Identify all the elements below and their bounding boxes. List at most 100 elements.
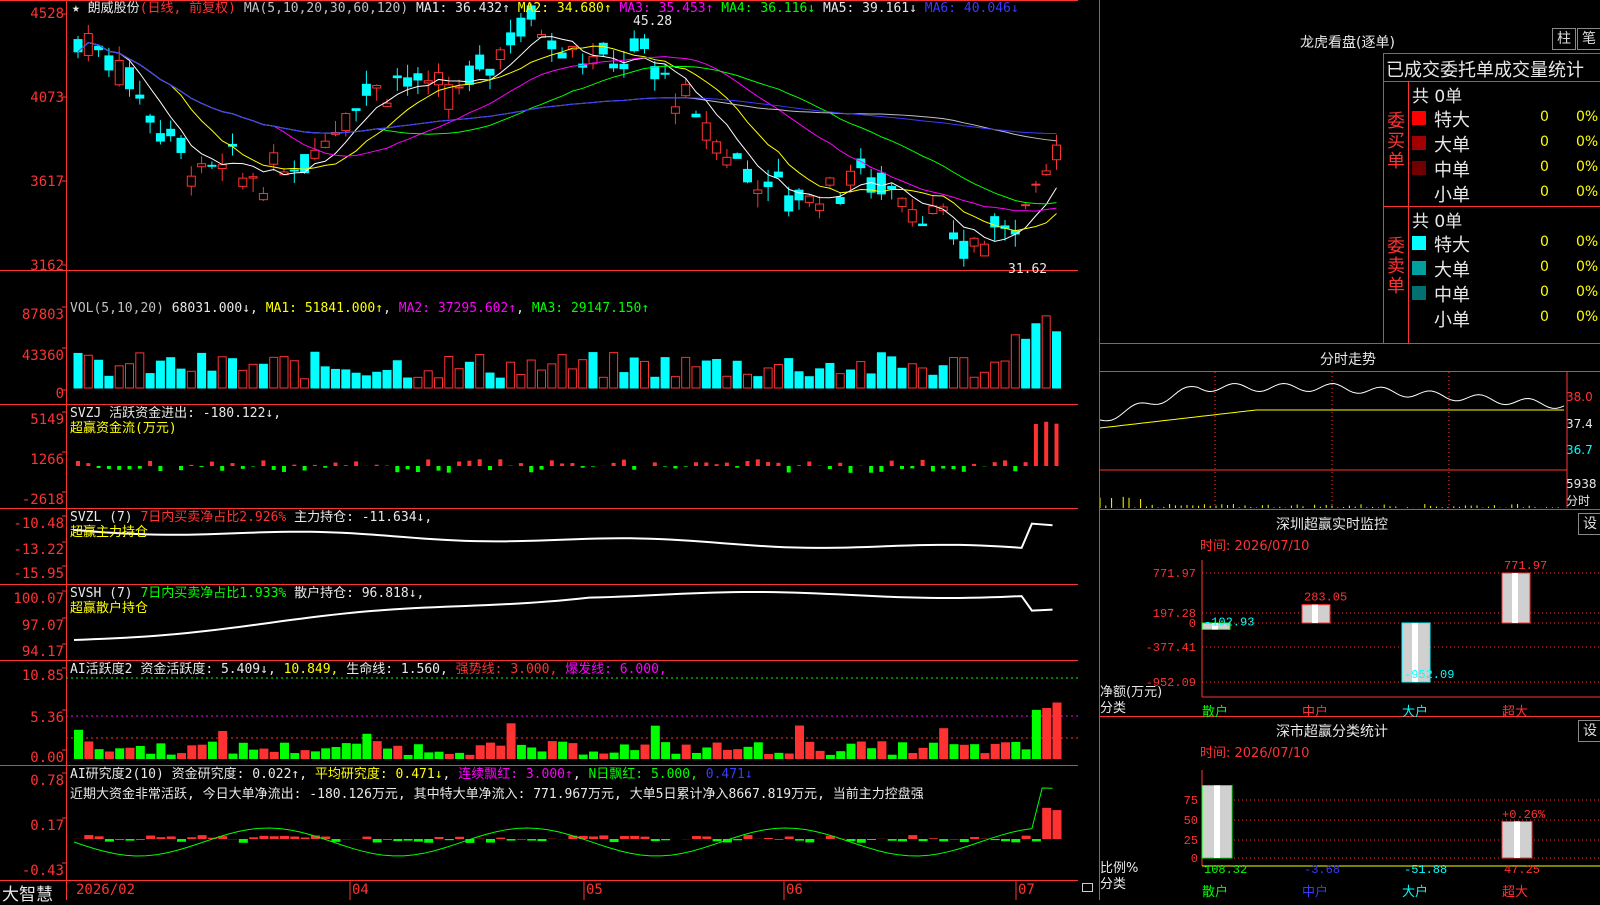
volume-bar bbox=[723, 376, 731, 388]
research-bar bbox=[929, 838, 938, 839]
svsh-axis-3: 94.17 bbox=[0, 644, 64, 660]
flow-bar bbox=[570, 463, 574, 466]
candle bbox=[682, 84, 690, 95]
svzj-desc: 活跃资金进出: -180.122↓, bbox=[109, 406, 281, 421]
candle bbox=[754, 190, 762, 193]
flow-bar bbox=[189, 465, 193, 466]
activity-bar bbox=[857, 742, 866, 759]
research-bar bbox=[496, 838, 505, 839]
flow-bar bbox=[200, 466, 204, 467]
stock-name[interactable]: 朗威股份 bbox=[88, 1, 140, 16]
ai2-text: 近期大资金非常活跃, 今日大单净流出: -180.126万元, 其中特大单净流入… bbox=[70, 787, 924, 802]
volume-bar bbox=[115, 366, 123, 388]
volume-bar bbox=[218, 357, 226, 388]
lock-icon[interactable] bbox=[1082, 883, 1093, 892]
activity-bar bbox=[991, 744, 1000, 759]
activity-bar bbox=[362, 734, 371, 759]
star-icon[interactable]: ★ bbox=[72, 1, 80, 16]
volume-bar bbox=[383, 370, 391, 388]
activity-bar bbox=[826, 755, 835, 759]
activity-bar bbox=[836, 751, 845, 759]
ai1-axis-1: 10.85 bbox=[0, 668, 64, 684]
activity-bar bbox=[1042, 708, 1051, 759]
flow-bar bbox=[910, 466, 914, 468]
volume-bar bbox=[414, 377, 422, 388]
research-bar bbox=[991, 839, 1000, 840]
research-bar bbox=[764, 838, 773, 839]
candle bbox=[1042, 171, 1050, 175]
main-chart-area[interactable]: ★ 朗威股份(日线, 前复权) MA(5,10,20,30,60,120) MA… bbox=[0, 0, 1078, 900]
volume-bar bbox=[641, 361, 649, 388]
flow-bar bbox=[993, 462, 997, 466]
research-bar bbox=[774, 839, 783, 840]
volume-bar bbox=[888, 357, 896, 388]
svzl-axis-2: -13.22 bbox=[0, 542, 64, 558]
flow-bar bbox=[766, 462, 770, 466]
activity-bar bbox=[187, 745, 196, 759]
research-bar bbox=[239, 839, 248, 843]
volume-bar bbox=[404, 378, 412, 388]
research-bar bbox=[332, 839, 341, 842]
bar-value-label: -952.09 bbox=[1404, 668, 1454, 682]
ai2-axis-2: 0.17 bbox=[0, 818, 64, 834]
research-bar bbox=[970, 837, 979, 839]
activity-bar bbox=[1053, 702, 1062, 759]
candle bbox=[620, 64, 628, 68]
flow-bar bbox=[653, 462, 657, 466]
volume-bar bbox=[167, 358, 175, 388]
volume-bar bbox=[249, 364, 257, 388]
candle bbox=[414, 74, 422, 80]
activity-bar bbox=[651, 726, 660, 759]
activity-bar bbox=[414, 744, 423, 759]
candle bbox=[486, 69, 494, 75]
activity-bar bbox=[1022, 749, 1031, 759]
svzl-header: SVZL (7) 7日内买卖净占比2.926% 主力持仓: -11.634↓, bbox=[70, 510, 432, 525]
activity-bar bbox=[630, 750, 639, 759]
candle bbox=[774, 172, 782, 177]
category-label: 大户 bbox=[1402, 884, 1428, 900]
research-bar bbox=[393, 839, 402, 841]
volume-bar bbox=[857, 362, 865, 388]
candle bbox=[661, 73, 669, 74]
ai1-c: 生命线: 1.560, bbox=[346, 662, 448, 677]
candle bbox=[496, 50, 504, 60]
activity-bar bbox=[486, 743, 495, 759]
volume-bar bbox=[579, 360, 587, 388]
candle bbox=[455, 87, 463, 88]
flow-bar bbox=[828, 466, 832, 469]
activity-bar bbox=[476, 745, 485, 759]
activity-bar bbox=[538, 751, 547, 759]
activity-bar bbox=[620, 744, 629, 759]
activity-bar bbox=[671, 754, 680, 759]
volume-bar bbox=[599, 377, 607, 388]
research-bar bbox=[1001, 839, 1010, 841]
activity-bar bbox=[785, 754, 794, 759]
research-bar bbox=[620, 836, 629, 839]
research-bar bbox=[538, 839, 547, 841]
research-bar bbox=[1011, 839, 1020, 842]
volume-bar bbox=[95, 360, 103, 388]
volume-bar bbox=[1042, 316, 1050, 388]
price-axis-1: 4528 bbox=[0, 6, 64, 22]
ai1-header: AI活跃度2 资金活跃度: 5.409↓, 10.849, 生命线: 1.560… bbox=[70, 662, 667, 677]
flow-bar bbox=[694, 462, 698, 466]
activity-bar bbox=[692, 753, 701, 759]
activity-bar bbox=[249, 750, 258, 759]
research-bar bbox=[867, 839, 876, 840]
flow-bar bbox=[210, 462, 214, 466]
volume-bar bbox=[177, 369, 185, 388]
volume-bar bbox=[270, 357, 278, 388]
research-bar bbox=[84, 835, 93, 839]
activity-bar bbox=[764, 754, 773, 759]
volume-bar bbox=[465, 362, 473, 388]
activity-bar bbox=[1011, 742, 1020, 759]
research-bar bbox=[424, 839, 433, 843]
kline-canvas[interactable] bbox=[0, 0, 1078, 900]
flow-bar bbox=[900, 466, 904, 469]
candle bbox=[785, 196, 793, 211]
research-bar bbox=[156, 837, 165, 839]
research-bar bbox=[301, 838, 310, 839]
activity-bar bbox=[424, 752, 433, 759]
candle bbox=[599, 43, 607, 54]
volume-bar bbox=[538, 370, 546, 388]
